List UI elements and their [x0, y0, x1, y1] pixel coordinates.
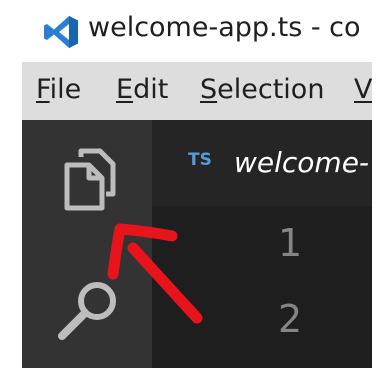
editor-area: TS welcome- 1 2 — [152, 120, 372, 368]
menu-selection-label: election — [217, 74, 325, 105]
menu-selection-mnemonic: S — [200, 74, 218, 105]
line-number-2: 2 — [278, 297, 303, 341]
menu-view-mnemonic: V — [354, 74, 372, 105]
tab-filename: welcome- — [234, 146, 370, 179]
title-bar: welcome-app.ts - co — [0, 0, 372, 62]
menu-view[interactable]: V — [354, 74, 372, 105]
menu-file[interactable]: File — [36, 74, 81, 105]
search-icon[interactable] — [54, 275, 124, 345]
vscode-icon — [44, 16, 78, 48]
line-number-1: 1 — [278, 221, 303, 265]
editor-tab-strip: TS welcome- — [152, 120, 372, 206]
menu-selection[interactable]: Selection — [200, 74, 324, 105]
activity-bar — [22, 120, 152, 368]
menu-bar: File Edit Selection V — [22, 62, 372, 120]
menu-file-mnemonic: F — [36, 74, 50, 105]
menu-edit-label: dit — [133, 74, 169, 105]
menu-edit-mnemonic: E — [116, 74, 134, 105]
window-title: welcome-app.ts - co — [88, 12, 361, 43]
menu-file-label: ile — [49, 74, 82, 105]
menu-edit[interactable]: Edit — [116, 74, 168, 105]
explorer-files-icon[interactable] — [62, 148, 116, 212]
typescript-file-icon: TS — [188, 150, 212, 170]
